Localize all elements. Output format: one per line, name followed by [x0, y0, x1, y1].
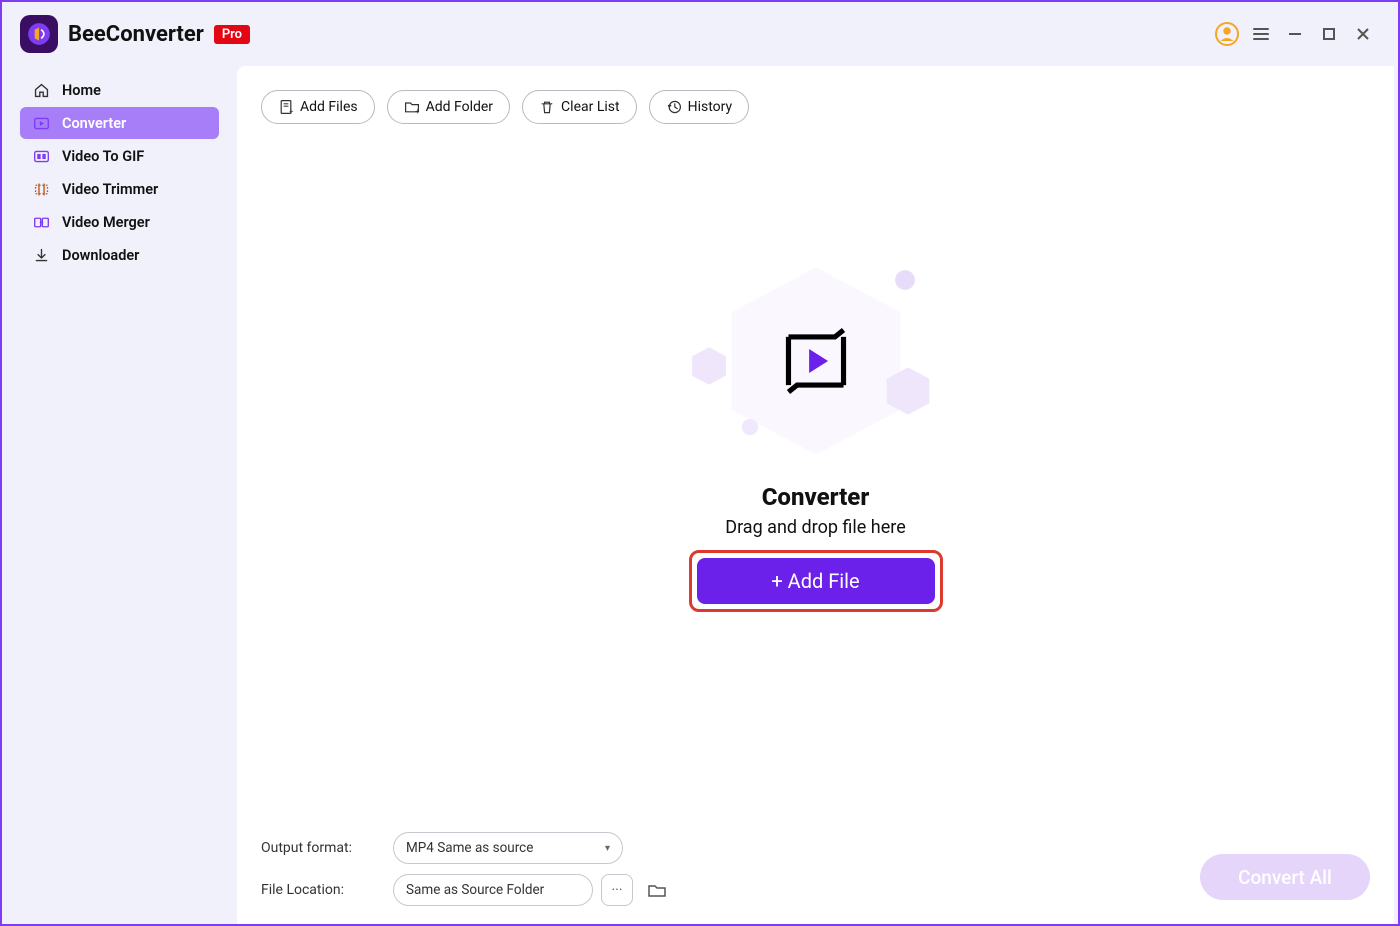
titlebar: BeeConverter Pro	[2, 2, 1398, 66]
ellipsis-icon: ···	[612, 882, 623, 898]
empty-state-subtitle: Drag and drop file here	[725, 517, 905, 538]
convert-all-button[interactable]: Convert All	[1200, 854, 1370, 900]
minimize-button[interactable]	[1278, 17, 1312, 51]
hexagon-icon	[885, 366, 931, 416]
play-rect-icon	[32, 114, 50, 132]
close-icon	[1355, 26, 1371, 42]
button-label: Convert All	[1238, 866, 1332, 889]
sidebar-item-label: Video To GIF	[62, 148, 144, 165]
user-circle-icon	[1215, 22, 1239, 46]
home-icon	[32, 81, 50, 99]
sidebar-item-label: Video Trimmer	[62, 181, 158, 198]
button-label: + Add File	[771, 569, 859, 593]
sidebar-item-label: Video Merger	[62, 214, 150, 231]
input-value: Same as Source Folder	[406, 882, 544, 898]
open-folder-button[interactable]	[641, 874, 673, 906]
hamburger-icon	[1251, 24, 1271, 44]
trim-icon	[32, 180, 50, 198]
gif-rect-icon	[32, 147, 50, 165]
app-window: BeeConverter Pro	[0, 0, 1400, 926]
user-account-button[interactable]	[1210, 17, 1244, 51]
dropdown-value: MP4 Same as source	[406, 840, 533, 856]
app-logo	[20, 15, 58, 53]
body: Home Converter Video To GIF Video Trimme…	[2, 66, 1398, 924]
main-panel: + Add Files + Add Folder Clear List	[237, 66, 1394, 924]
empty-state: Converter Drag and drop file here + Add …	[237, 84, 1394, 778]
add-file-button[interactable]: + Add File	[697, 558, 935, 604]
bee-logo-icon	[26, 21, 52, 47]
download-icon	[32, 246, 50, 264]
maximize-button[interactable]	[1312, 17, 1346, 51]
output-format-label: Output format:	[261, 840, 381, 856]
output-format-dropdown[interactable]: MP4 Same as source ▾	[393, 832, 623, 864]
minimize-icon	[1287, 26, 1303, 42]
circle-icon	[894, 269, 916, 291]
empty-state-title: Converter	[762, 483, 870, 511]
circle-icon	[741, 418, 759, 436]
add-file-highlight-box: + Add File	[689, 550, 943, 612]
sidebar-item-converter[interactable]: Converter	[20, 107, 219, 139]
file-location-input[interactable]: Same as Source Folder	[393, 874, 593, 906]
merge-icon	[32, 213, 50, 231]
sidebar-item-video-merger[interactable]: Video Merger	[20, 206, 219, 238]
chevron-down-icon: ▾	[605, 843, 610, 854]
maximize-icon	[1322, 27, 1336, 41]
sidebar-item-label: Home	[62, 82, 101, 99]
sidebar-item-downloader[interactable]: Downloader	[20, 239, 219, 271]
hexagon-icon	[691, 346, 727, 386]
sidebar-item-video-to-gif[interactable]: Video To GIF	[20, 140, 219, 172]
sidebar-item-home[interactable]: Home	[20, 74, 219, 106]
convert-play-icon	[773, 318, 859, 404]
sidebar: Home Converter Video To GIF Video Trimme…	[2, 66, 237, 924]
file-location-label: File Location:	[261, 882, 381, 898]
pro-badge: Pro	[214, 25, 250, 44]
app-title: BeeConverter	[68, 22, 204, 47]
converter-illustration	[686, 251, 946, 471]
more-options-button[interactable]: ···	[601, 874, 633, 906]
sidebar-item-label: Downloader	[62, 247, 139, 264]
sidebar-item-label: Converter	[62, 115, 126, 132]
close-button[interactable]	[1346, 17, 1380, 51]
sidebar-item-video-trimmer[interactable]: Video Trimmer	[20, 173, 219, 205]
menu-button[interactable]	[1244, 17, 1278, 51]
folder-icon	[647, 880, 667, 900]
